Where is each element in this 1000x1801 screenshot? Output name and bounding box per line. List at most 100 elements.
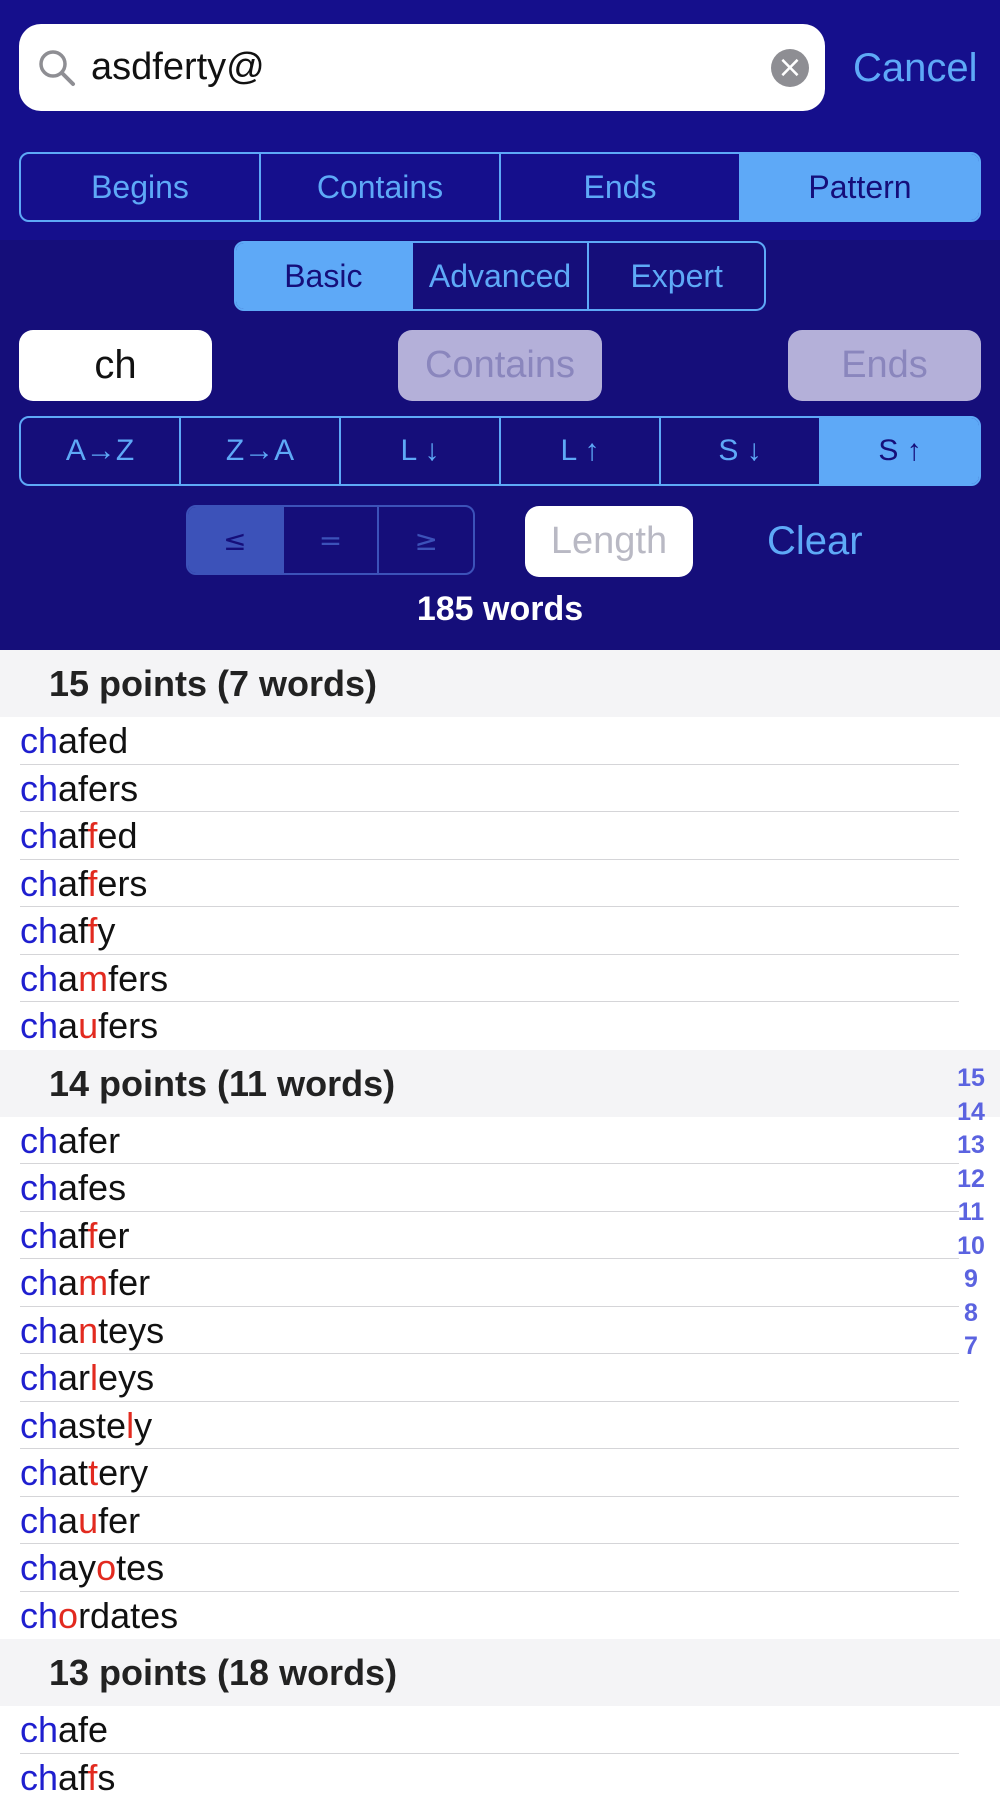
tab-expert[interactable]: Expert xyxy=(589,243,764,309)
section-index-item[interactable]: 7 xyxy=(946,1330,996,1364)
search-mode-control: Begins Contains Ends Pattern xyxy=(19,152,981,222)
word-letters: afes xyxy=(58,1167,126,1208)
tab-pattern[interactable]: Pattern xyxy=(741,154,979,220)
word-letters: a xyxy=(58,1310,78,1351)
word-letters: af xyxy=(58,910,87,951)
word-letters: y xyxy=(134,1405,152,1446)
section-index-item[interactable]: 14 xyxy=(946,1096,996,1130)
sort-control: A→Z Z→A L ↓ L ↑ S ↓ S ↑ xyxy=(19,416,981,486)
word-row[interactable]: chordates xyxy=(0,1592,1000,1640)
word-prefix: ch xyxy=(20,815,58,856)
word-prefix: ch xyxy=(20,1215,58,1256)
word-prefix: ch xyxy=(20,1005,58,1046)
word-row[interactable]: chafers xyxy=(0,765,1000,813)
word-letters: fer xyxy=(108,1262,150,1303)
search-field[interactable]: asdferty@ × xyxy=(19,24,825,111)
word-row[interactable]: chamfer xyxy=(0,1259,1000,1307)
begins-field[interactable]: ch xyxy=(19,330,212,401)
word-letters: a xyxy=(58,1005,78,1046)
word-prefix: ch xyxy=(20,720,58,761)
word-row[interactable]: chaffed xyxy=(0,812,1000,860)
word-letters: teys xyxy=(98,1310,164,1351)
word-letters: fers xyxy=(108,958,168,999)
word-row[interactable]: chafes xyxy=(0,1164,1000,1212)
word-row[interactable]: chattery xyxy=(0,1449,1000,1497)
word-letters: ar xyxy=(58,1357,90,1398)
word-letters: at xyxy=(58,1452,88,1493)
section-index-item[interactable]: 11 xyxy=(946,1196,996,1230)
word-row[interactable]: chanteys xyxy=(0,1307,1000,1355)
length-field[interactable]: Length xyxy=(525,506,693,577)
word-count: 185 words xyxy=(0,590,1000,629)
word-prefix: ch xyxy=(20,1709,58,1750)
word-row[interactable]: chayotes xyxy=(0,1544,1000,1592)
sort-score-desc[interactable]: S ↓ xyxy=(661,418,821,484)
wildcard-letter: u xyxy=(78,1500,98,1541)
word-prefix: ch xyxy=(20,958,58,999)
search-input[interactable]: asdferty@ xyxy=(91,24,265,111)
word-row[interactable]: chaffy xyxy=(0,907,1000,955)
section-index[interactable]: 151413121110987 xyxy=(946,1062,996,1364)
word-letters: y xyxy=(97,910,115,951)
word-prefix: ch xyxy=(20,1120,58,1161)
sort-a-to-z[interactable]: A→Z xyxy=(21,418,181,484)
word-row[interactable]: chafer xyxy=(0,1117,1000,1165)
tab-contains[interactable]: Contains xyxy=(261,154,501,220)
contains-field[interactable]: Contains xyxy=(398,330,602,401)
wildcard-letter: f xyxy=(87,863,97,904)
results-list: 15 points (7 words)chafedchaferschaffedc… xyxy=(0,650,1000,1801)
compare-greater-equal[interactable]: ≥ xyxy=(379,507,473,573)
word-prefix: ch xyxy=(20,1310,58,1351)
word-letters: fer xyxy=(98,1500,140,1541)
section-index-item[interactable]: 8 xyxy=(946,1297,996,1331)
wildcard-letter: f xyxy=(87,815,97,856)
compare-equal[interactable]: = xyxy=(284,507,380,573)
pattern-level-control: Basic Advanced Expert xyxy=(234,241,766,311)
clear-search-icon[interactable]: × xyxy=(771,49,809,87)
word-letters: afers xyxy=(58,768,138,809)
section-header: 15 points (7 words) xyxy=(0,650,1000,717)
word-row[interactable]: chamfers xyxy=(0,955,1000,1003)
tab-begins[interactable]: Begins xyxy=(21,154,261,220)
word-prefix: ch xyxy=(20,1500,58,1541)
word-row[interactable]: chaffs xyxy=(0,1754,1000,1801)
section-index-item[interactable]: 9 xyxy=(946,1263,996,1297)
wildcard-letter: l xyxy=(126,1405,134,1446)
sort-z-to-a[interactable]: Z→A xyxy=(181,418,341,484)
word-prefix: ch xyxy=(20,1405,58,1446)
tab-advanced[interactable]: Advanced xyxy=(413,243,590,309)
word-prefix: ch xyxy=(20,768,58,809)
cancel-button[interactable]: Cancel xyxy=(853,28,978,108)
section-index-item[interactable]: 15 xyxy=(946,1062,996,1096)
clear-button[interactable]: Clear xyxy=(767,506,863,577)
section-header: 14 points (11 words) xyxy=(0,1050,1000,1117)
word-row[interactable]: chaufer xyxy=(0,1497,1000,1545)
section-index-item[interactable]: 12 xyxy=(946,1163,996,1197)
word-letters: a xyxy=(58,1500,78,1541)
word-letters: fers xyxy=(98,1005,158,1046)
word-letters: aste xyxy=(58,1405,126,1446)
word-letters: ay xyxy=(58,1547,96,1588)
section-index-item[interactable]: 10 xyxy=(946,1230,996,1264)
word-prefix: ch xyxy=(20,1452,58,1493)
word-row[interactable]: chastely xyxy=(0,1402,1000,1450)
compare-less-equal[interactable]: ≤ xyxy=(188,507,284,573)
word-row[interactable]: chafed xyxy=(0,717,1000,765)
sort-length-desc[interactable]: L ↓ xyxy=(341,418,501,484)
tab-ends[interactable]: Ends xyxy=(501,154,741,220)
word-letters: ers xyxy=(97,863,147,904)
ends-field[interactable]: Ends xyxy=(788,330,981,401)
section-header: 13 points (18 words) xyxy=(0,1639,1000,1706)
word-row[interactable]: chaufers xyxy=(0,1002,1000,1050)
word-row[interactable]: chaffer xyxy=(0,1212,1000,1260)
word-row[interactable]: chaffers xyxy=(0,860,1000,908)
word-row[interactable]: chafe xyxy=(0,1706,1000,1754)
word-letters: af xyxy=(58,1215,87,1256)
sort-length-asc[interactable]: L ↑ xyxy=(501,418,661,484)
tab-basic[interactable]: Basic xyxy=(236,243,413,309)
sort-score-asc[interactable]: S ↑ xyxy=(821,418,979,484)
word-row[interactable]: charleys xyxy=(0,1354,1000,1402)
word-letters: afe xyxy=(58,1709,108,1750)
section-index-item[interactable]: 13 xyxy=(946,1129,996,1163)
word-letters: eys xyxy=(98,1357,154,1398)
